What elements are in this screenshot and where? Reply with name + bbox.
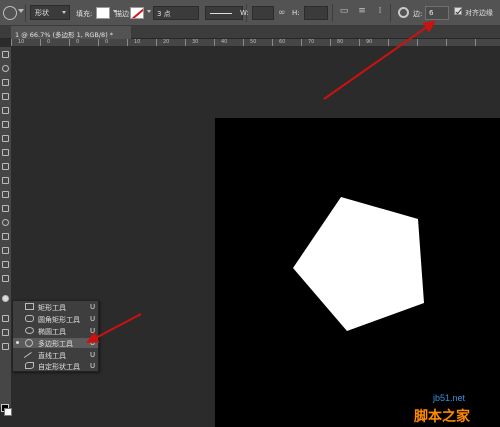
annotation-layer bbox=[86, 20, 436, 343]
watermark-logo-text: 脚本之家 bbox=[414, 409, 470, 425]
watermark-url: jb51.net bbox=[433, 393, 466, 403]
annotation-arrow bbox=[323, 20, 436, 100]
annotation-arrow bbox=[86, 313, 142, 343]
